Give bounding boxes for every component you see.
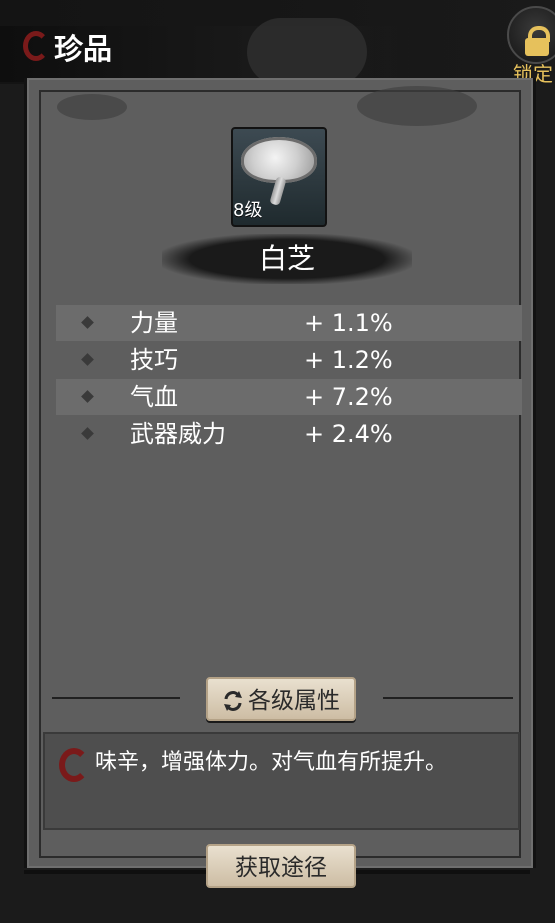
attribute-name: 气血 — [130, 383, 178, 411]
header-bar: 珍品 锁定 — [0, 0, 555, 86]
item-name-ribbon: 白芝 — [162, 234, 412, 284]
levels-attributes-label: 各级属性 — [248, 688, 340, 714]
brand-mark-icon — [23, 31, 49, 61]
header-pattern — [247, 18, 367, 86]
refresh-icon — [222, 683, 244, 711]
attribute-value: + 2.4% — [304, 420, 393, 448]
description-text: 味辛，增强体力。对气血有所提升。 — [95, 750, 448, 775]
attribute-value: + 1.1% — [304, 309, 393, 337]
diamond-bullet-icon — [81, 427, 94, 440]
diamond-bullet-icon — [81, 353, 94, 366]
brand-mark-icon — [59, 748, 89, 782]
attribute-row: 武器威力 + 2.4% — [56, 416, 522, 452]
obtain-path-label: 获取途径 — [235, 855, 327, 881]
attribute-value: + 1.2% — [304, 346, 393, 374]
description-panel: 味辛，增强体力。对气血有所提升。 — [43, 732, 520, 830]
divider-left — [52, 697, 180, 699]
attribute-name: 力量 — [130, 309, 178, 337]
attribute-row: 气血 + 7.2% — [56, 379, 522, 415]
item-name: 白芝 — [258, 242, 315, 275]
panel-title: 珍品 — [54, 32, 113, 66]
lock-icon — [507, 6, 555, 64]
diamond-bullet-icon — [81, 390, 94, 403]
ink-decoration — [57, 94, 127, 120]
ink-decoration — [357, 86, 477, 126]
item-level: 8级 — [233, 200, 263, 221]
attribute-row: 力量 + 1.1% — [56, 305, 522, 341]
item-icon[interactable]: 8级 — [231, 127, 327, 227]
levels-attributes-button[interactable]: 各级属性 — [206, 677, 356, 721]
attribute-row: 技巧 + 1.2% — [56, 342, 522, 378]
attribute-name: 技巧 — [130, 346, 178, 374]
attribute-value: + 7.2% — [304, 383, 393, 411]
diamond-bullet-icon — [81, 316, 94, 329]
divider-right — [383, 697, 513, 699]
attribute-name: 武器威力 — [130, 420, 226, 448]
obtain-path-button[interactable]: 获取途径 — [206, 844, 356, 888]
